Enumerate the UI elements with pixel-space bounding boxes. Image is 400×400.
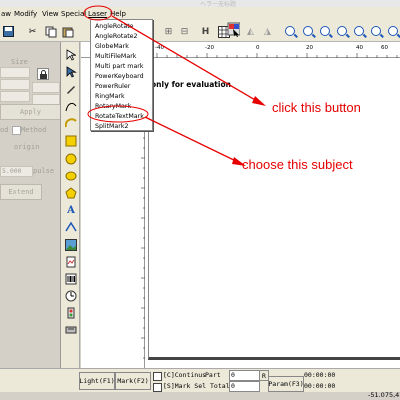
arrow-to-subject [144, 116, 246, 166]
rotate-text-highlight [87, 105, 149, 123]
arrow-to-laser [111, 15, 266, 106]
choose-annotation: choose this subject [242, 157, 353, 172]
click-annotation: click this button [272, 100, 361, 115]
laser-menu-highlight [83, 5, 113, 21]
annotation-overlay [83, 5, 266, 166]
